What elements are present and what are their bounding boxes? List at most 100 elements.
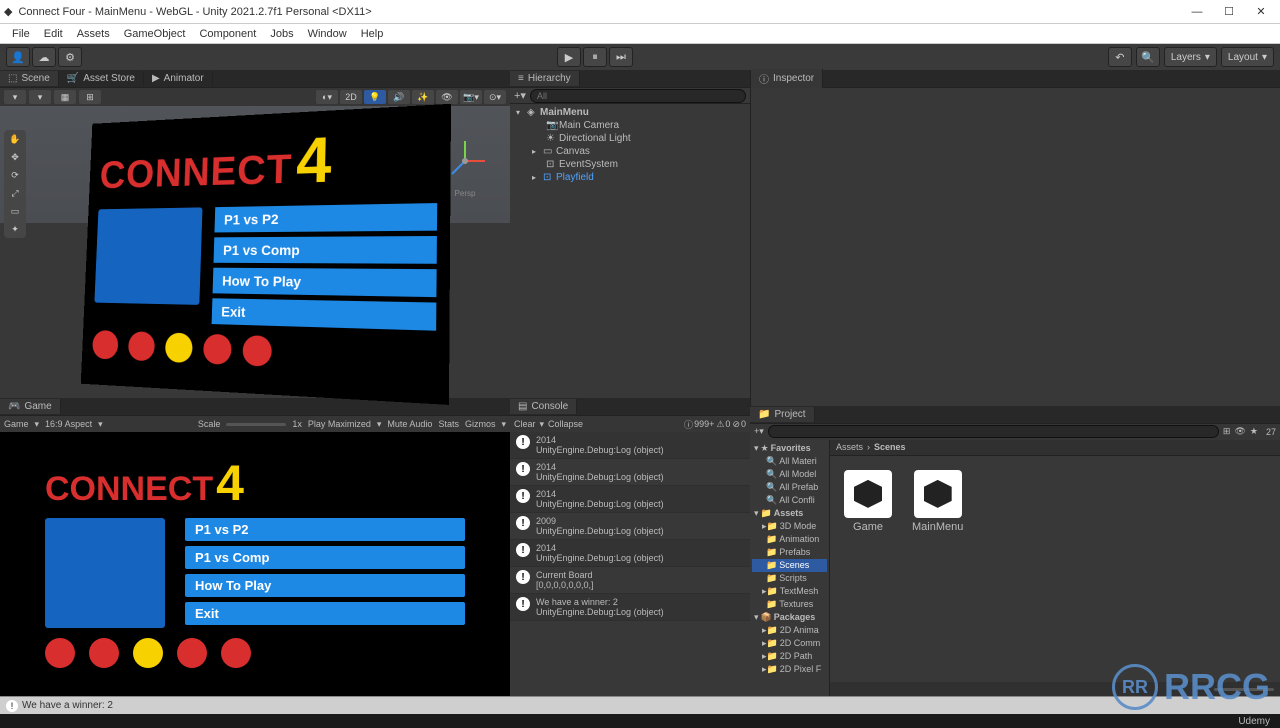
project-favorites[interactable]: ▾★Favorites: [752, 442, 827, 455]
scale-tool[interactable]: ⤢: [4, 184, 26, 202]
game-btn-p1vscomp[interactable]: P1 vs Comp: [185, 546, 465, 569]
project-asset-item[interactable]: 📁Textures: [752, 598, 827, 611]
move-tool[interactable]: ✥: [4, 148, 26, 166]
project-asset-item[interactable]: ▸📁3D Mode: [752, 520, 827, 533]
project-eye-icon[interactable]: 👁: [1234, 426, 1245, 437]
scene-audio-toggle[interactable]: 🔊: [388, 90, 410, 104]
project-tree[interactable]: ▾★Favorites 🔍All Materi 🔍All Model 🔍All …: [750, 440, 830, 696]
console-collapse[interactable]: Collapse: [548, 419, 583, 430]
project-asset-item[interactable]: 📁Scripts: [752, 572, 827, 585]
project-pkg-item[interactable]: ▸📁2D Pixel F: [752, 663, 827, 676]
project-asset-item[interactable]: ▸📁TextMesh: [752, 585, 827, 598]
window-maximize-button[interactable]: ☐: [1214, 2, 1244, 22]
tab-animator[interactable]: ▶ Animator: [144, 71, 213, 86]
tab-game[interactable]: 🎮 Game: [0, 399, 61, 414]
hierarchy-add-button[interactable]: +▾: [514, 89, 526, 102]
scene-2d-toggle[interactable]: 2D: [340, 90, 362, 104]
pause-button[interactable]: ⏸: [583, 47, 607, 67]
orientation-gizmo[interactable]: Persp: [440, 136, 490, 186]
game-gizmos[interactable]: Gizmos: [465, 419, 496, 429]
console-entry[interactable]: !We have a winner: 2UnityEngine.Debug:Lo…: [510, 594, 750, 621]
console-err-count[interactable]: 0: [741, 419, 746, 429]
menu-file[interactable]: File: [6, 26, 36, 42]
console-info-count[interactable]: 999+: [694, 419, 714, 429]
scene-view[interactable]: ▾ ▾ ▦ ⊞ ◐▾ 2D 💡 🔊 ✨ 👁 📷▾ ⊙▾ ✋ ✥ ⟳: [0, 88, 510, 398]
project-filter-icon[interactable]: ⊞: [1223, 426, 1231, 437]
console-entry[interactable]: !2014UnityEngine.Debug:Log (object): [510, 540, 750, 567]
project-star-icon[interactable]: ★: [1250, 426, 1258, 437]
console-entry[interactable]: !2014UnityEngine.Debug:Log (object): [510, 486, 750, 513]
tab-scene[interactable]: ⬚ Scene: [0, 71, 59, 86]
menu-component[interactable]: Component: [193, 26, 262, 42]
search-icon[interactable]: 🔍: [1136, 47, 1160, 67]
hierarchy-item-light[interactable]: ☀Directional Light: [514, 132, 746, 145]
layout-dropdown[interactable]: Layout ▾: [1221, 47, 1274, 67]
scene-pivot-dropdown[interactable]: ▾: [4, 90, 26, 104]
project-thumb-slider[interactable]: [1214, 688, 1274, 691]
project-assets[interactable]: ▾📁Assets: [752, 507, 827, 520]
console-clear[interactable]: Clear: [514, 419, 536, 430]
game-stats[interactable]: Stats: [438, 419, 459, 429]
window-minimize-button[interactable]: —: [1182, 2, 1212, 22]
tab-asset-store[interactable]: 🛒 Asset Store: [59, 71, 144, 86]
transform-tool[interactable]: ✦: [4, 220, 26, 238]
rotate-tool[interactable]: ⟳: [4, 166, 26, 184]
menu-window[interactable]: Window: [302, 26, 353, 42]
play-button[interactable]: ▶: [557, 47, 581, 67]
project-asset-scenes[interactable]: 📁Scenes: [752, 559, 827, 572]
scene-fx-toggle[interactable]: ✨: [412, 90, 434, 104]
project-fav-item[interactable]: 🔍All Prefab: [752, 481, 827, 494]
console-list[interactable]: !2014UnityEngine.Debug:Log (object) !201…: [510, 432, 750, 696]
game-mute-audio[interactable]: Mute Audio: [387, 419, 432, 429]
menu-help[interactable]: Help: [355, 26, 390, 42]
console-entry[interactable]: !2014UnityEngine.Debug:Log (object): [510, 459, 750, 486]
game-canvas[interactable]: CONNECT 4 P1 vs P2 P1 vs Comp How To Pla…: [0, 432, 510, 696]
project-fav-item[interactable]: 🔍All Materi: [752, 455, 827, 468]
view-tool[interactable]: ✋: [4, 130, 26, 148]
undo-history-icon[interactable]: ↶: [1108, 47, 1132, 67]
tab-project[interactable]: 📁 Project: [750, 407, 815, 422]
layers-dropdown[interactable]: Layers ▾: [1164, 47, 1217, 67]
game-play-maximized[interactable]: Play Maximized: [308, 419, 371, 429]
project-breadcrumb[interactable]: Assets › Scenes: [830, 440, 1280, 456]
hierarchy-item-camera[interactable]: 📷Main Camera: [514, 119, 746, 132]
console-entry[interactable]: !2009UnityEngine.Debug:Log (object): [510, 513, 750, 540]
menu-edit[interactable]: Edit: [38, 26, 69, 42]
menu-gameobject[interactable]: GameObject: [118, 26, 192, 42]
project-fav-item[interactable]: 🔍All Model: [752, 468, 827, 481]
project-packages[interactable]: ▾📦Packages: [752, 611, 827, 624]
settings-icon[interactable]: ⚙: [58, 47, 82, 67]
scene-shading-dropdown[interactable]: ◐▾: [316, 90, 338, 104]
project-asset-item[interactable]: 📁Prefabs: [752, 546, 827, 559]
console-warn-count[interactable]: 0: [725, 419, 730, 429]
tab-hierarchy[interactable]: ≡ Hierarchy: [510, 71, 580, 86]
project-asset-item[interactable]: 📁Animation: [752, 533, 827, 546]
scene-gizmos-dropdown[interactable]: ⊙▾: [484, 90, 506, 104]
menu-jobs[interactable]: Jobs: [264, 26, 299, 42]
scene-grid-toggle[interactable]: ▦: [54, 90, 76, 104]
window-close-button[interactable]: ✕: [1246, 2, 1276, 22]
game-display-dropdown[interactable]: Game: [4, 419, 29, 429]
console-entry[interactable]: !2014UnityEngine.Debug:Log (object): [510, 432, 750, 459]
project-pkg-item[interactable]: ▸📁2D Anima: [752, 624, 827, 637]
game-scale-slider[interactable]: [226, 423, 286, 426]
rect-tool[interactable]: ▭: [4, 202, 26, 220]
account-icon[interactable]: 👤: [6, 47, 30, 67]
game-aspect-dropdown[interactable]: 16:9 Aspect: [45, 419, 92, 429]
game-btn-p1vsp2[interactable]: P1 vs P2: [185, 518, 465, 541]
scene-snap-toggle[interactable]: ⊞: [79, 90, 101, 104]
menu-assets[interactable]: Assets: [71, 26, 116, 42]
project-search[interactable]: [768, 425, 1219, 438]
scene-local-dropdown[interactable]: ▾: [29, 90, 51, 104]
hierarchy-scene[interactable]: ▾◈MainMenu: [514, 106, 746, 119]
console-entry[interactable]: !Current Board[0,0,0,0,0,0,0,]: [510, 567, 750, 594]
scene-hidden-toggle[interactable]: 👁: [436, 90, 458, 104]
cloud-icon[interactable]: ☁: [32, 47, 56, 67]
game-btn-exit[interactable]: Exit: [185, 602, 465, 625]
game-btn-howtoplay[interactable]: How To Play: [185, 574, 465, 597]
project-item-game[interactable]: Game: [844, 470, 892, 533]
scene-lighting-toggle[interactable]: 💡: [364, 90, 386, 104]
hierarchy-item-playfield[interactable]: ▸⊡Playfield: [514, 171, 746, 184]
scene-canvas[interactable]: ✋ ✥ ⟳ ⤢ ▭ ✦ CONNECT 4 P1 vs P2: [0, 106, 510, 398]
tab-console[interactable]: ▤ Console: [510, 399, 577, 414]
